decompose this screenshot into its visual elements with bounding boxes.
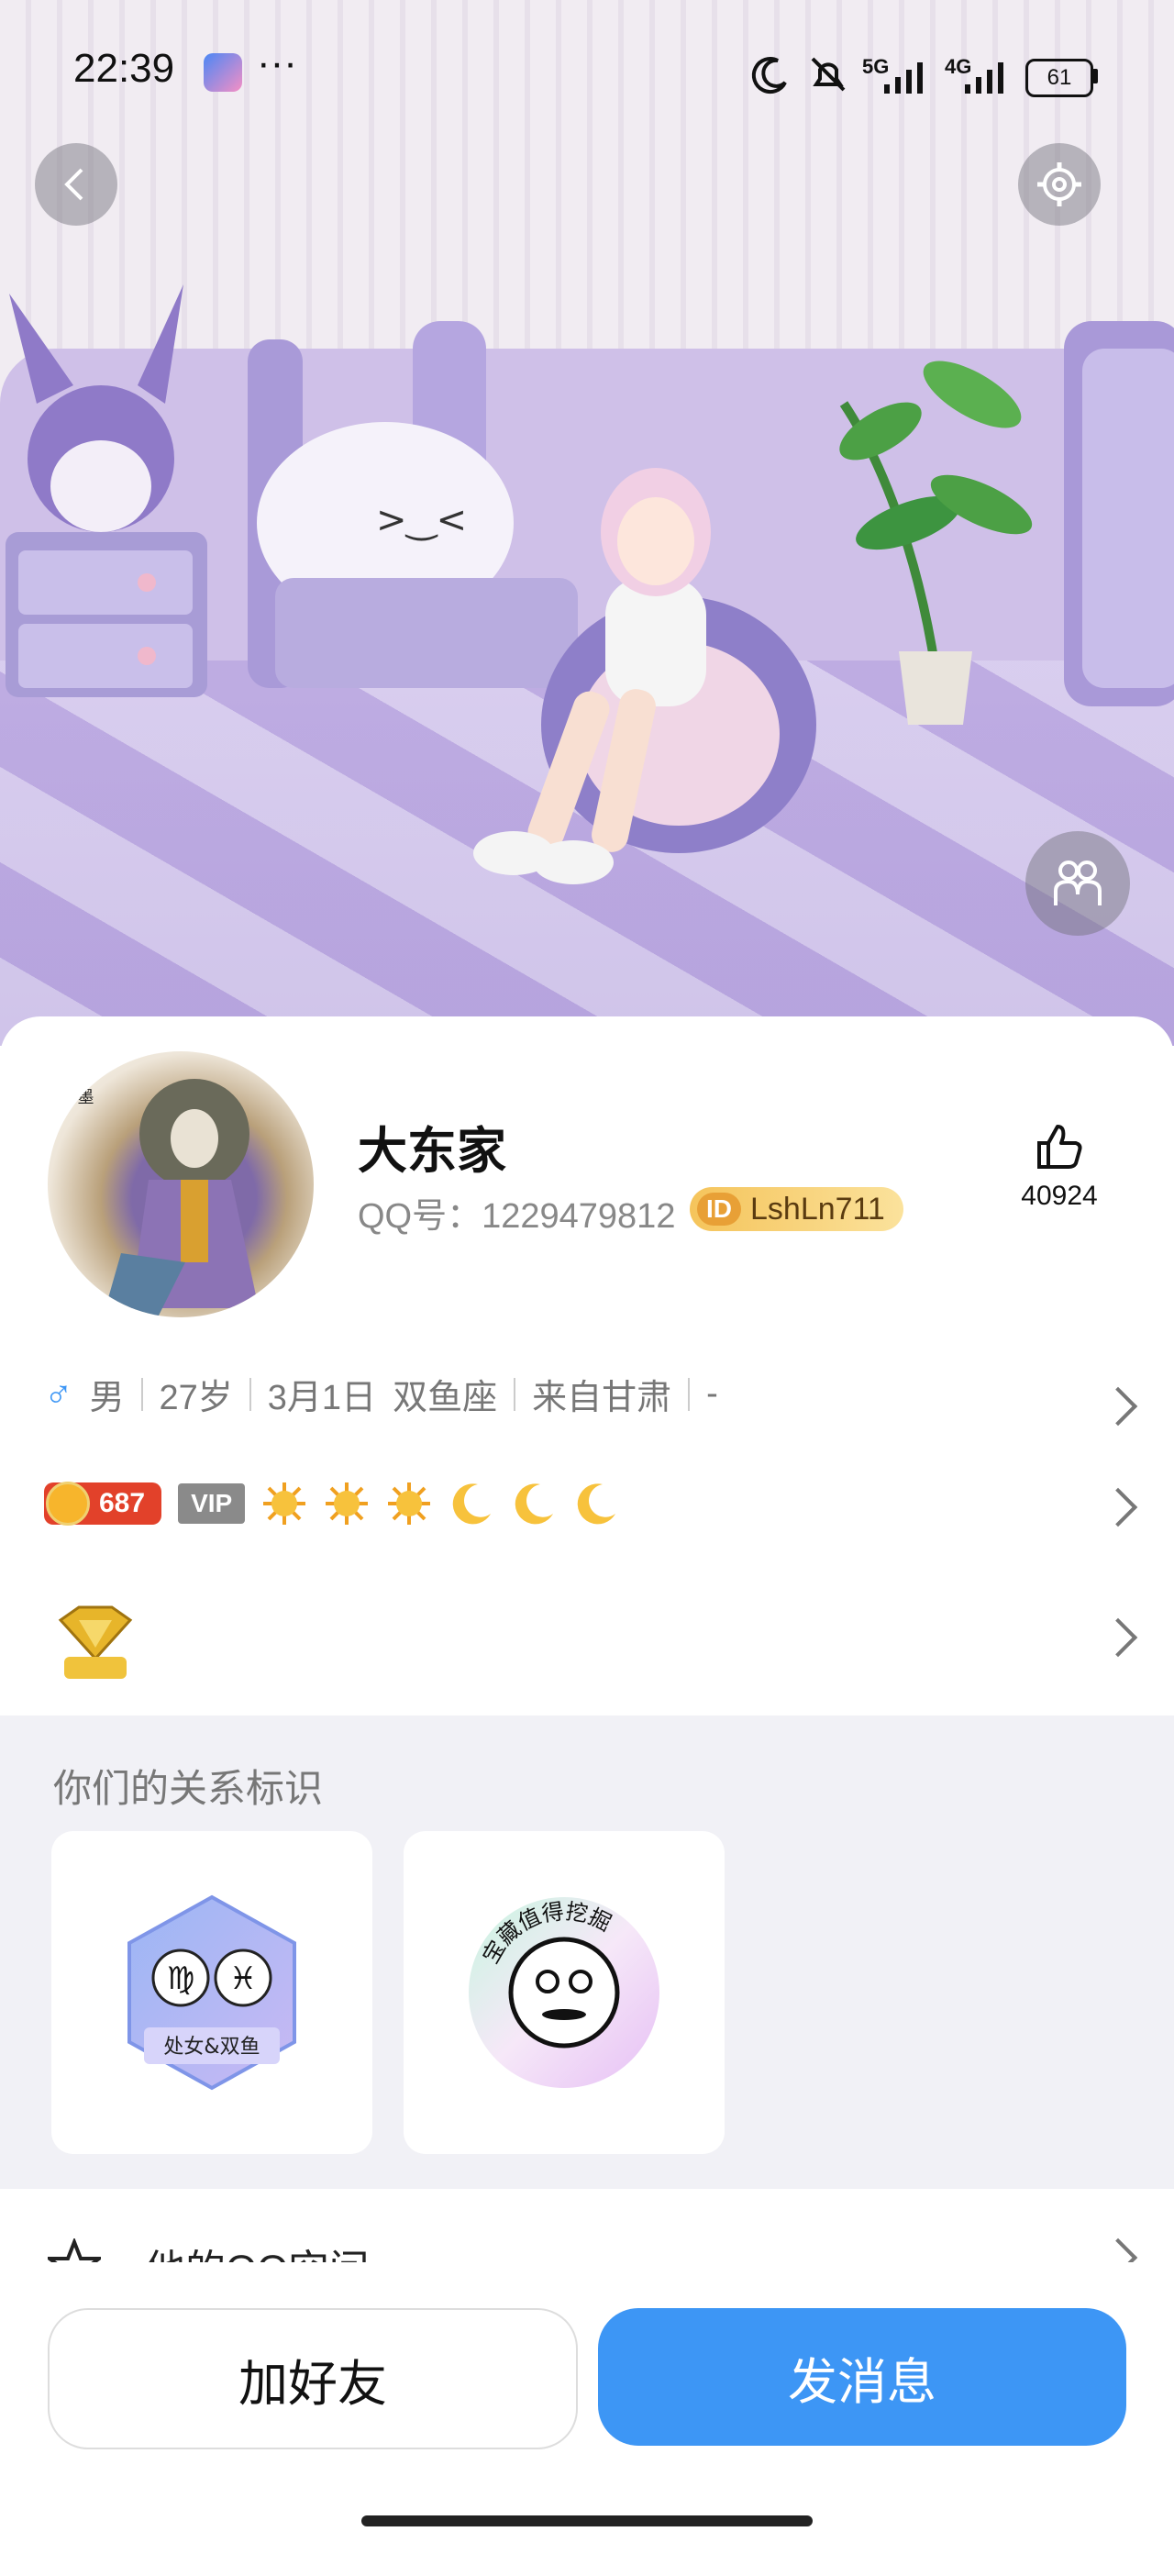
divider <box>514 1377 516 1411</box>
signal-bars-5g-icon <box>884 62 923 94</box>
settings-button[interactable] <box>1018 143 1101 226</box>
moon-level-icon <box>577 1483 616 1525</box>
treasure-circle-badge: 宝藏值得挖掘 <box>469 1897 659 2088</box>
divider <box>688 1377 691 1411</box>
zodiac-hexagon-badge: ♍ ♓ 处女&双鱼 <box>127 1894 296 2091</box>
qq-number: QQ号：1229479812 <box>358 1197 676 1236</box>
level-row[interactable]: 687 VIP <box>44 1481 619 1527</box>
profile-avatar[interactable]: 墨 <box>48 1051 314 1317</box>
sun-level-icon <box>263 1482 306 1525</box>
vip-diamond-icon[interactable] <box>51 1604 139 1682</box>
id-badge-prefix: ID <box>697 1193 741 1226</box>
coin-level-value: 687 <box>99 1488 146 1518</box>
profile-info-row[interactable]: ♂ 男 27岁 3月1日 双鱼座 来自甘肃 - <box>44 1369 718 1419</box>
id-badge-value: LshLn711 <box>750 1191 885 1227</box>
star-icon <box>48 2238 101 2262</box>
home-indicator[interactable] <box>361 2515 813 2526</box>
zodiac-symbols-right: ♓ <box>229 1960 257 1997</box>
like-button[interactable]: 40924 <box>1009 1121 1110 1212</box>
plush-toy-image <box>6 284 207 697</box>
info-zodiac: 双鱼座 <box>393 1379 498 1417</box>
vip-badge: VIP <box>178 1483 246 1524</box>
qzone-row[interactable]: 他的QQ空间 <box>0 2189 1174 2262</box>
moon-level-icon <box>452 1483 492 1525</box>
zodiac-symbols-left: ♍ <box>167 1960 194 1997</box>
moon-level-icon <box>515 1483 554 1525</box>
add-friend-button[interactable]: 加好友 <box>48 2308 578 2449</box>
avatar-switch-button[interactable] <box>1025 831 1130 936</box>
male-gender-icon: ♂ <box>44 1371 73 1416</box>
info-age: 27岁 <box>159 1379 233 1417</box>
coin-level-badge: 687 <box>44 1482 162 1526</box>
avatar-character-image <box>473 468 816 884</box>
mute-bell-icon <box>811 57 846 92</box>
chevron-left-icon <box>64 168 83 201</box>
relation-tag-treasure[interactable]: 宝藏值得挖掘 <box>404 1831 725 2154</box>
moon-dnd-icon <box>751 57 787 94</box>
chevron-right-icon <box>1098 2237 1138 2262</box>
gear-icon <box>1037 162 1081 206</box>
thumbs-up-icon <box>1037 1125 1082 1169</box>
info-birthday: 3月1日 <box>267 1379 377 1417</box>
info-hometown: 来自甘肃 <box>532 1379 672 1417</box>
like-count: 40924 <box>1021 1181 1098 1211</box>
battery-indicator: 61 <box>1025 59 1093 97</box>
room-scene: >‿< 22:39 ··· 5G 4G 61 <box>0 0 1174 1046</box>
send-message-button[interactable]: 发消息 <box>598 2308 1126 2446</box>
relation-tag-zodiac[interactable]: ♍ ♓ 处女&双鱼 <box>51 1831 372 2154</box>
plant-image <box>839 361 1033 725</box>
avatar-couple-icon <box>1054 861 1102 905</box>
signal-bars-4g-icon <box>965 62 1003 94</box>
status-time: 22:39 <box>73 46 175 91</box>
wardrobe-image <box>1064 321 1174 706</box>
relation-section-title: 你们的关系标识 <box>53 1767 324 1810</box>
info-gender: 男 <box>89 1379 125 1417</box>
sun-level-icon <box>388 1482 431 1525</box>
upload-app-icon <box>204 53 242 92</box>
sun-level-icon <box>326 1482 369 1525</box>
back-button[interactable] <box>35 143 117 226</box>
divider <box>249 1377 251 1411</box>
zodiac-tag-label: 处女&双鱼 <box>163 2036 260 2059</box>
battery-tip <box>1092 69 1098 83</box>
info-extra: - <box>706 1374 718 1413</box>
avatar-artwork-image: 墨 <box>75 1079 259 1317</box>
divider <box>140 1377 143 1411</box>
qzone-label: 他的QQ空间 <box>145 2237 369 2262</box>
profile-name: 大东家 <box>358 1124 506 1179</box>
status-more: ··· <box>257 40 297 85</box>
id-badge[interactable]: ID LshLn711 <box>690 1187 903 1231</box>
coin-icon <box>46 1482 90 1526</box>
